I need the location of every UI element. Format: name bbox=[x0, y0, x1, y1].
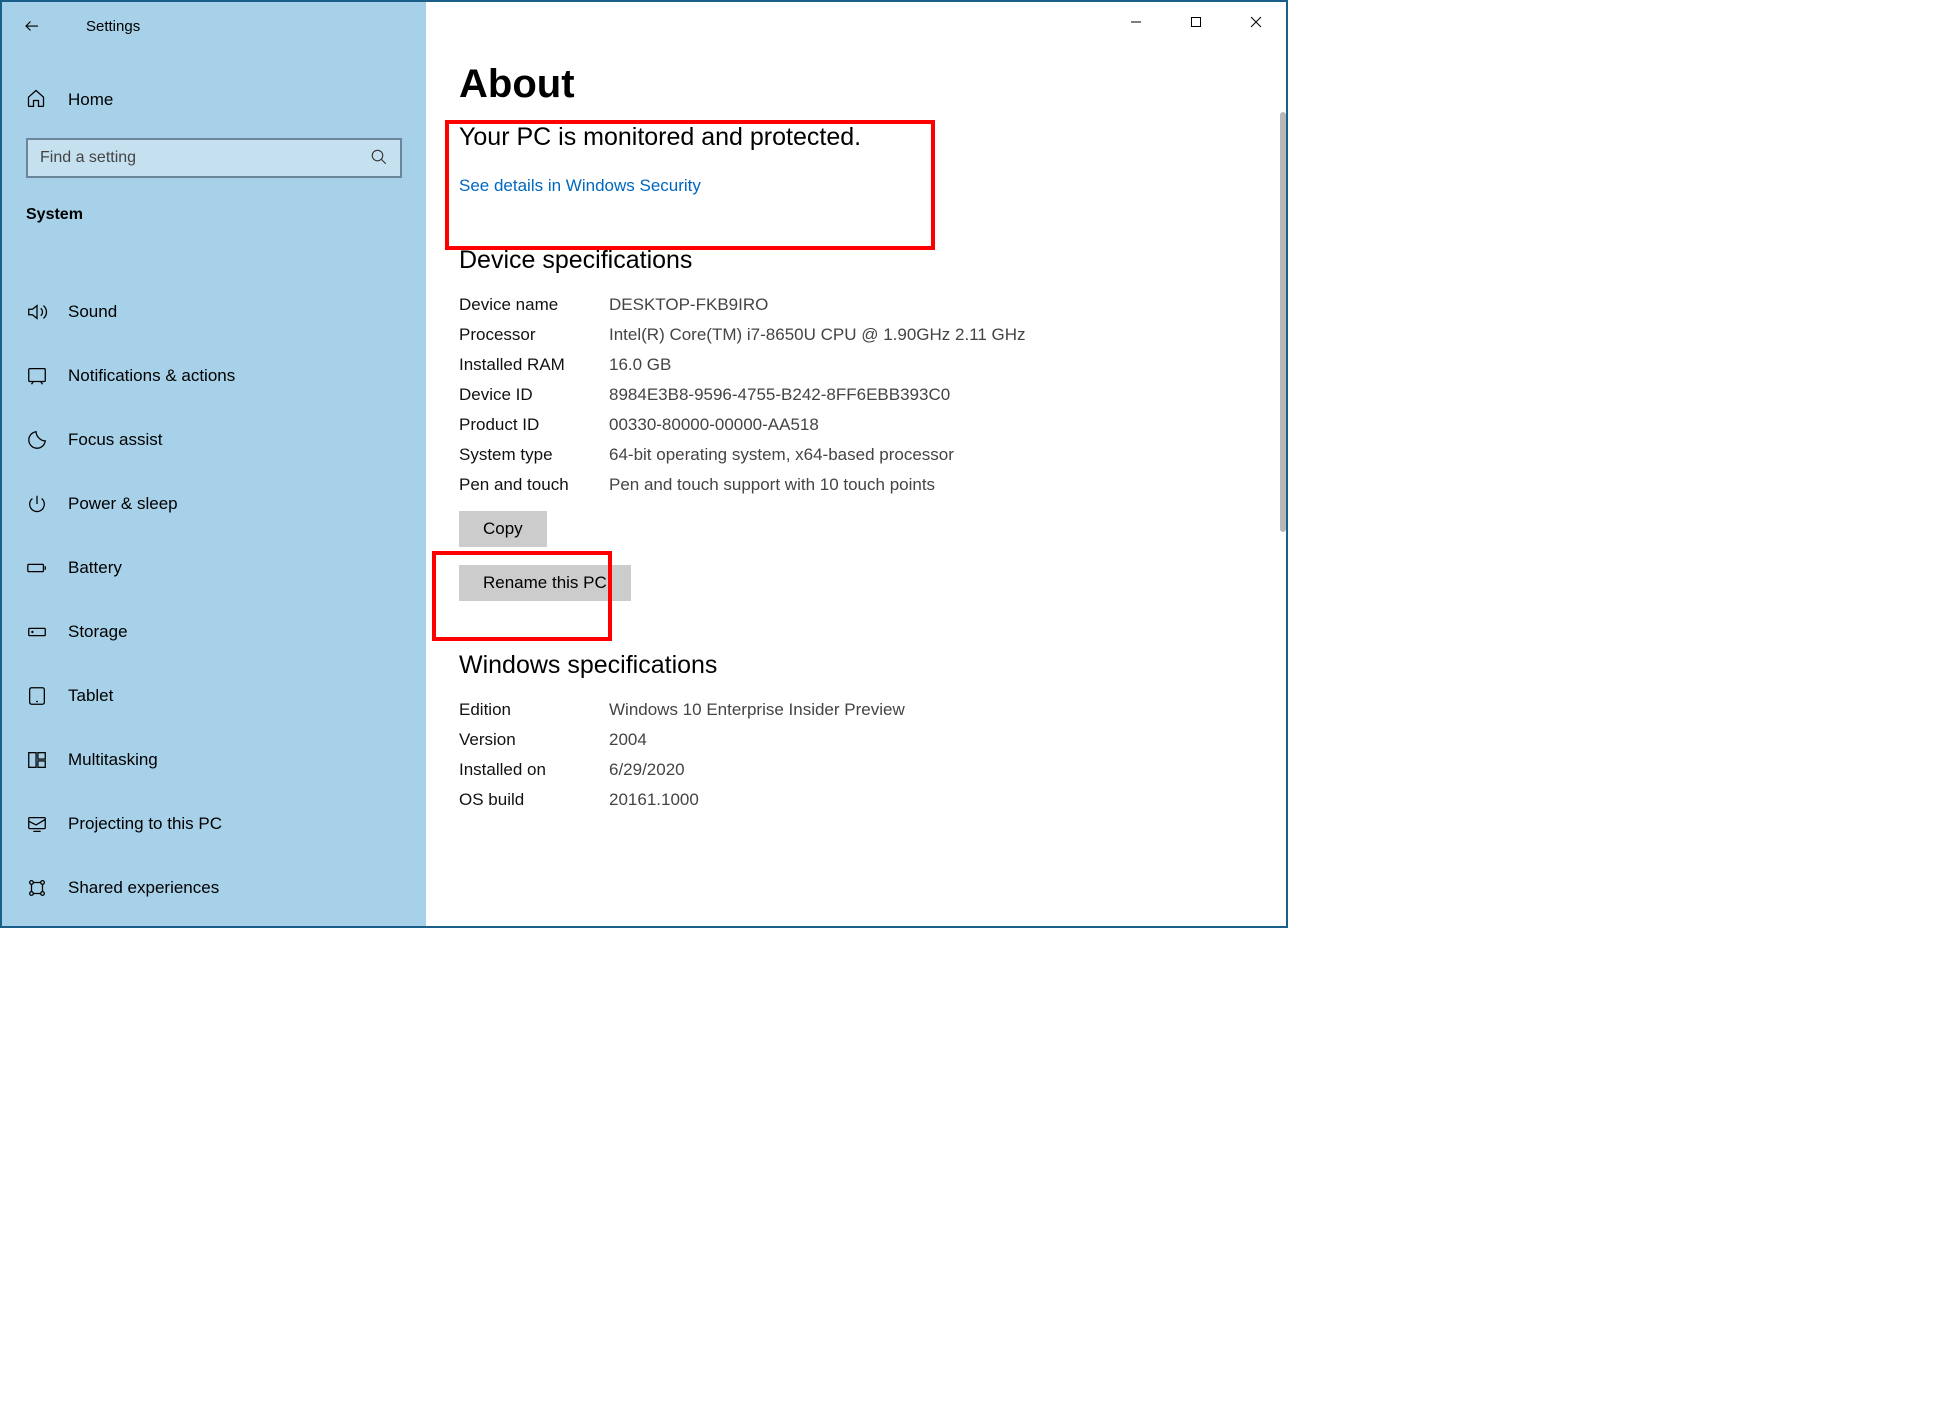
spec-key: Device name bbox=[459, 295, 609, 315]
sidebar-item-label: Multitasking bbox=[68, 750, 158, 770]
sidebar-item-label: Shared experiences bbox=[68, 878, 219, 898]
sidebar-item-shared[interactable]: Shared experiences bbox=[2, 864, 426, 912]
sidebar-item-storage[interactable]: Storage bbox=[2, 608, 426, 656]
sidebar-item-label: Projecting to this PC bbox=[68, 814, 222, 834]
sidebar: Settings Home System Sound Notifications … bbox=[2, 2, 426, 926]
search-input[interactable] bbox=[26, 138, 402, 178]
windows-spec-table: EditionWindows 10 Enterprise Insider Pre… bbox=[459, 700, 1286, 810]
copy-button[interactable]: Copy bbox=[459, 511, 547, 547]
spec-key: Version bbox=[459, 730, 609, 750]
sidebar-item-sound[interactable]: Sound bbox=[2, 288, 426, 336]
home-link[interactable]: Home bbox=[2, 78, 426, 122]
spec-value: 00330-80000-00000-AA518 bbox=[609, 415, 1286, 435]
spec-value: 20161.1000 bbox=[609, 790, 1286, 810]
scrollbar-thumb[interactable] bbox=[1280, 112, 1286, 532]
security-status: Your PC is monitored and protected. bbox=[459, 123, 1286, 152]
sidebar-item-label: Notifications & actions bbox=[68, 366, 235, 386]
main-content: About Your PC is monitored and protected… bbox=[426, 2, 1286, 926]
window-title: Settings bbox=[86, 18, 140, 35]
sidebar-item-battery[interactable]: Battery bbox=[2, 544, 426, 592]
sidebar-item-focus[interactable]: Focus assist bbox=[2, 416, 426, 464]
windows-spec-title: Windows specifications bbox=[459, 651, 1286, 680]
sidebar-item-label: Sound bbox=[68, 302, 117, 322]
spec-value: 8984E3B8-9596-4755-B242-8FF6EBB393C0 bbox=[609, 385, 1286, 405]
sidebar-item-label: Battery bbox=[68, 558, 122, 578]
spec-key: Installed RAM bbox=[459, 355, 609, 375]
device-spec-table: Device nameDESKTOP-FKB9IROProcessorIntel… bbox=[459, 295, 1286, 495]
security-link[interactable]: See details in Windows Security bbox=[459, 176, 701, 196]
focus-icon bbox=[26, 429, 48, 451]
spec-value: Pen and touch support with 10 touch poin… bbox=[609, 475, 1286, 495]
spec-key: OS build bbox=[459, 790, 609, 810]
notifications-icon bbox=[26, 365, 48, 387]
spec-value: 2004 bbox=[609, 730, 1286, 750]
spec-key: Installed on bbox=[459, 760, 609, 780]
spec-key: Edition bbox=[459, 700, 609, 720]
spec-key: Processor bbox=[459, 325, 609, 345]
power-icon bbox=[26, 493, 48, 515]
spec-value: DESKTOP-FKB9IRO bbox=[609, 295, 1286, 315]
sidebar-item-multitasking[interactable]: Multitasking bbox=[2, 736, 426, 784]
back-button[interactable] bbox=[10, 4, 54, 48]
spec-key: System type bbox=[459, 445, 609, 465]
spec-value: Intel(R) Core(TM) i7-8650U CPU @ 1.90GHz… bbox=[609, 325, 1286, 345]
sidebar-item-projecting[interactable]: Projecting to this PC bbox=[2, 800, 426, 848]
multitasking-icon bbox=[26, 749, 48, 771]
spec-key: Product ID bbox=[459, 415, 609, 435]
spec-value: 64-bit operating system, x64-based proce… bbox=[609, 445, 1286, 465]
spec-key: Pen and touch bbox=[459, 475, 609, 495]
rename-pc-button[interactable]: Rename this PC bbox=[459, 565, 631, 601]
storage-icon bbox=[26, 621, 48, 643]
spec-key: Device ID bbox=[459, 385, 609, 405]
sidebar-item-label: Storage bbox=[68, 622, 128, 642]
shared-icon bbox=[26, 877, 48, 899]
home-label: Home bbox=[68, 90, 113, 110]
device-spec-title: Device specifications bbox=[459, 246, 1286, 275]
sidebar-item-tablet[interactable]: Tablet bbox=[2, 672, 426, 720]
tablet-icon bbox=[26, 685, 48, 707]
spec-value: Windows 10 Enterprise Insider Preview bbox=[609, 700, 1286, 720]
sound-icon bbox=[26, 301, 48, 323]
sidebar-item-notifications[interactable]: Notifications & actions bbox=[2, 352, 426, 400]
home-icon bbox=[26, 88, 46, 113]
projecting-icon bbox=[26, 813, 48, 835]
page-title: About bbox=[459, 62, 1286, 107]
sidebar-item-power[interactable]: Power & sleep bbox=[2, 480, 426, 528]
sidebar-item-label: Power & sleep bbox=[68, 494, 178, 514]
back-arrow-icon bbox=[23, 17, 41, 35]
category-label: System bbox=[26, 206, 426, 224]
sidebar-item-label: Tablet bbox=[68, 686, 113, 706]
spec-value: 6/29/2020 bbox=[609, 760, 1286, 780]
battery-icon bbox=[26, 557, 48, 579]
spec-value: 16.0 GB bbox=[609, 355, 1286, 375]
sidebar-item-label: Focus assist bbox=[68, 430, 162, 450]
